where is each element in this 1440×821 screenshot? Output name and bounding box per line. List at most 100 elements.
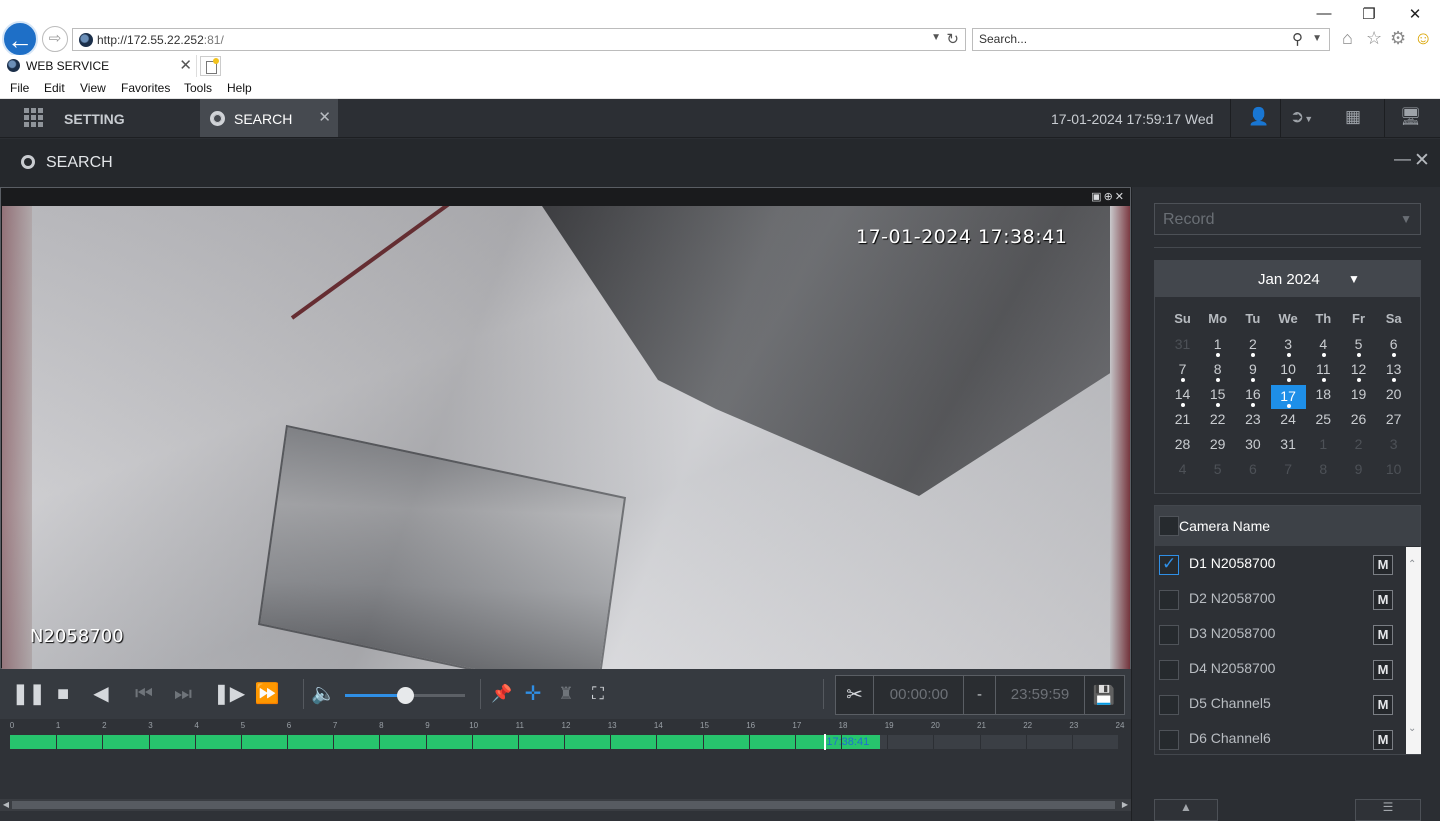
browser-tab[interactable]: WEB SERVICE ✕ xyxy=(0,55,197,77)
tab-search[interactable]: SEARCH ✕ xyxy=(200,99,338,137)
pin-icon[interactable]: 📌 xyxy=(490,681,514,707)
stream-type-button[interactable]: M xyxy=(1373,695,1393,715)
timeline-track[interactable]: 17:38:41 xyxy=(10,734,1118,750)
calendar-day[interactable]: 28 xyxy=(1165,434,1200,459)
clip-start-time[interactable]: 00:00:00 xyxy=(875,676,964,714)
scroll-up-icon[interactable]: ⌃ xyxy=(1408,559,1416,570)
menu-view[interactable]: View xyxy=(80,81,106,95)
calendar-day[interactable]: 22 xyxy=(1200,409,1235,434)
timeline[interactable]: 0 1 2 3 4 5 6 7 8 9 10 11 12 13 14 15 16 17 18 19 20 21 22 23 24… xyxy=(0,719,1131,797)
minimize-window-icon[interactable]: — xyxy=(1314,5,1334,22)
calendar-day[interactable]: 15 xyxy=(1200,384,1235,409)
stop-icon[interactable]: ■ xyxy=(52,681,74,707)
camera-checkbox[interactable] xyxy=(1159,554,1179,575)
camera-list-item[interactable]: D5 Channel5 M xyxy=(1155,687,1405,722)
scroll-thumb[interactable] xyxy=(12,801,1115,809)
calendar-day[interactable]: 7 xyxy=(1165,359,1200,384)
calendar-day-selected[interactable]: 17 xyxy=(1270,385,1306,409)
video-window[interactable]: ▣⊕✕ 17-01-2024 17:38:41 N2058700 xyxy=(0,187,1131,669)
scroll-down-icon[interactable]: ⌄ xyxy=(1408,723,1416,734)
camera-checkbox[interactable] xyxy=(1159,590,1179,610)
smiley-feedback-icon[interactable]: ☺ xyxy=(1414,29,1432,47)
camera-list-item[interactable]: D2 N2058700 M xyxy=(1155,582,1405,617)
main-menu-grid-icon[interactable] xyxy=(24,108,43,127)
camera-list-item[interactable]: D4 N2058700 M xyxy=(1155,652,1405,687)
slow-play-icon[interactable]: ❚▶ xyxy=(213,681,245,707)
back-arrow-icon[interactable]: ← xyxy=(2,21,38,57)
menu-file[interactable]: File xyxy=(10,81,29,95)
stream-type-button[interactable]: M xyxy=(1373,730,1393,750)
forward-arrow-icon[interactable]: ⇨ xyxy=(42,26,68,52)
calendar-day[interactable]: 23 xyxy=(1235,409,1270,434)
close-window-icon[interactable]: ✕ xyxy=(1405,5,1425,23)
calendar-day[interactable]: 1 xyxy=(1200,334,1235,359)
next-frame-icon[interactable]: ⏭ xyxy=(172,681,194,707)
camera-checkbox[interactable] xyxy=(1159,660,1179,680)
fast-forward-icon[interactable]: ⏩ xyxy=(253,681,281,707)
lock-button[interactable]: ▲ xyxy=(1154,799,1218,821)
refresh-icon[interactable]: ↻ xyxy=(946,30,959,48)
calendar-day[interactable]: 20 xyxy=(1376,384,1411,409)
menu-favorites[interactable]: Favorites xyxy=(121,81,170,95)
camera-checkbox[interactable] xyxy=(1159,730,1179,750)
search-dropdown-icon[interactable]: ▼ xyxy=(1312,33,1322,44)
volume-icon[interactable]: 🔈 xyxy=(311,681,336,707)
calendar-day[interactable]: 18 xyxy=(1306,384,1341,409)
stream-type-button[interactable]: M xyxy=(1373,660,1393,680)
close-video-icon[interactable]: ✕ xyxy=(1115,191,1126,203)
volume-slider[interactable] xyxy=(345,687,465,704)
calendar-day[interactable]: 4 xyxy=(1306,334,1341,359)
calendar-day[interactable]: 31 xyxy=(1271,434,1306,459)
stream-type-button[interactable]: M xyxy=(1373,555,1393,575)
menu-edit[interactable]: Edit xyxy=(44,81,65,95)
calendar-day[interactable]: 16 xyxy=(1235,384,1270,409)
file-list-button[interactable]: ☰ xyxy=(1355,799,1421,821)
new-tab-button[interactable] xyxy=(200,56,221,76)
calendar-day[interactable]: 13 xyxy=(1376,359,1411,384)
camera-list-item[interactable]: D3 N2058700 M xyxy=(1155,617,1405,652)
clip-end-time[interactable]: 23:59:59 xyxy=(996,676,1085,714)
calendar-day[interactable]: 21 xyxy=(1165,409,1200,434)
calendar-day[interactable]: 12 xyxy=(1341,359,1376,384)
calendar-day[interactable]: 11 xyxy=(1306,359,1341,384)
display-monitor-icon[interactable]: 🖥 xyxy=(1400,107,1422,127)
restore-window-icon[interactable]: ❐ xyxy=(1359,5,1379,23)
minimize-panel-icon[interactable]: — xyxy=(1394,149,1411,169)
play-reverse-icon[interactable]: ◀ xyxy=(90,681,112,707)
calendar-day[interactable]: 30 xyxy=(1235,434,1270,459)
calendar-day[interactable]: 25 xyxy=(1306,409,1341,434)
home-icon[interactable]: ⌂ xyxy=(1342,29,1353,47)
month-dropdown-icon[interactable]: ▼ xyxy=(1348,272,1360,286)
calendar-day[interactable]: 26 xyxy=(1341,409,1376,434)
address-url[interactable]: http://172.55.22.252:81/ xyxy=(97,33,224,47)
scissors-clip-icon[interactable]: ✂ xyxy=(836,676,874,714)
person-search-icon[interactable]: ♜ xyxy=(553,681,579,707)
record-type-select[interactable]: Record ▼ xyxy=(1154,203,1421,235)
calendar-day[interactable]: 29 xyxy=(1200,434,1235,459)
close-panel-icon[interactable]: ✕ xyxy=(1414,149,1430,172)
calendar-header[interactable]: Jan 2024 ▼ xyxy=(1155,261,1420,297)
camera-checkbox[interactable] xyxy=(1159,625,1179,645)
address-bar[interactable]: http://172.55.22.252:81/ ▼ ↻ xyxy=(72,28,966,51)
calendar-day[interactable]: 9 xyxy=(1235,359,1270,384)
stream-type-button[interactable]: M xyxy=(1373,590,1393,610)
horizontal-scrollbar[interactable]: ◀ ▶ xyxy=(0,799,1131,811)
browser-search-input[interactable] xyxy=(979,32,1279,46)
save-clip-icon[interactable]: 💾 xyxy=(1084,676,1124,714)
camera-list-item[interactable]: D1 N2058700 M xyxy=(1155,547,1405,582)
user-icon[interactable]: 👤 xyxy=(1248,107,1269,127)
scroll-left-icon[interactable]: ◀ xyxy=(0,799,12,811)
logout-icon[interactable]: ➲▼ xyxy=(1290,107,1313,127)
calendar-month[interactable]: Jan 2024 xyxy=(1258,271,1320,288)
menu-tools[interactable]: Tools xyxy=(184,81,212,95)
qr-code-icon[interactable]: ▦ xyxy=(1345,107,1361,127)
previous-frame-icon[interactable]: ⏮ xyxy=(133,681,155,707)
select-all-checkbox[interactable] xyxy=(1159,516,1179,536)
gear-icon[interactable]: ⚙ xyxy=(1390,29,1406,47)
calendar-day[interactable]: 5 xyxy=(1341,334,1376,359)
camera-checkbox[interactable] xyxy=(1159,695,1179,715)
browser-search-box[interactable]: ⚲ ▼ xyxy=(972,28,1330,51)
calendar-day[interactable]: 2 xyxy=(1235,334,1270,359)
scroll-right-icon[interactable]: ▶ xyxy=(1119,799,1131,811)
menu-help[interactable]: Help xyxy=(227,81,252,95)
